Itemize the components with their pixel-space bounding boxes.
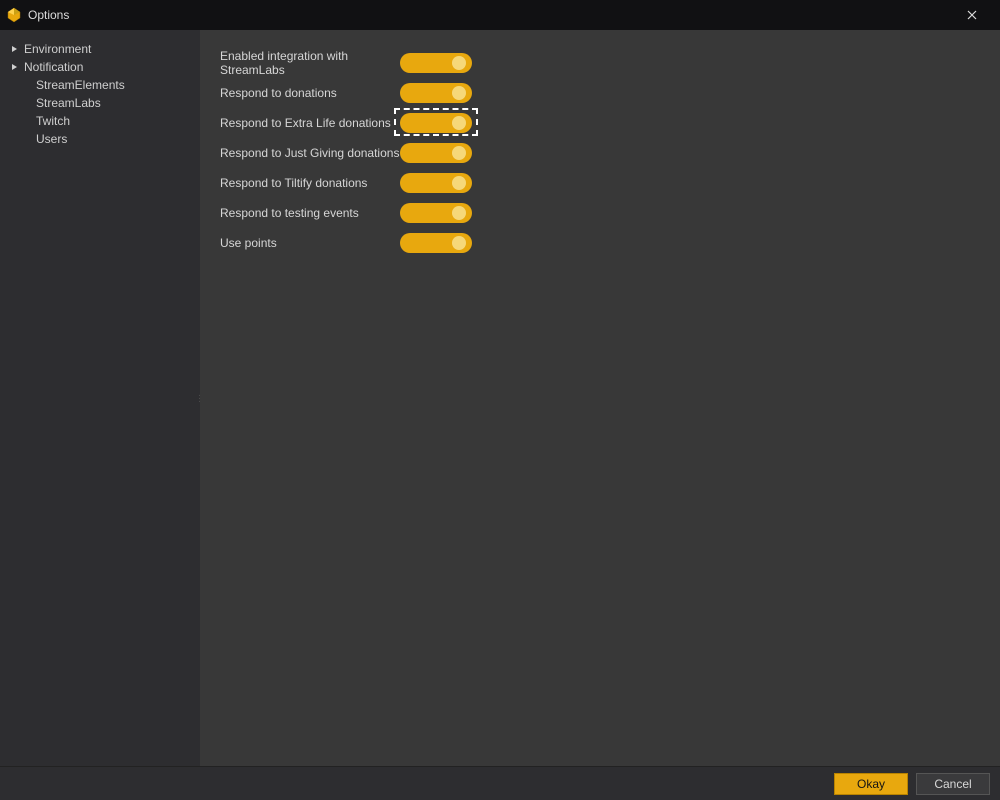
title-bar: Options [0, 0, 1000, 30]
settings-panel: Enabled integration with StreamLabs Respo… [200, 30, 1000, 766]
setting-label: Respond to Extra Life donations [220, 116, 400, 130]
sidebar-item-label: StreamLabs [36, 96, 101, 110]
sidebar-item-twitch[interactable]: Twitch [0, 112, 200, 130]
sidebar-item-streamelements[interactable]: StreamElements [0, 76, 200, 94]
setting-label: Respond to Tiltify donations [220, 176, 400, 190]
setting-row: Respond to Extra Life donations [220, 108, 980, 138]
toggle-knob [452, 56, 466, 70]
sidebar-item-streamlabs[interactable]: StreamLabs [0, 94, 200, 112]
toggle-knob [452, 86, 466, 100]
setting-toggle[interactable] [400, 113, 472, 133]
cancel-button[interactable]: Cancel [916, 773, 990, 795]
setting-row: Use points [220, 228, 980, 258]
setting-row: Enabled integration with StreamLabs [220, 48, 980, 78]
setting-toggle[interactable] [400, 233, 472, 253]
toggle-knob [452, 146, 466, 160]
toggle-knob [452, 236, 466, 250]
nav-tree: Environment Notification StreamElements … [0, 40, 200, 148]
setting-label: Respond to Just Giving donations [220, 146, 400, 160]
setting-label: Use points [220, 236, 400, 250]
sidebar-item-label: Environment [24, 42, 91, 56]
setting-row: Respond to Tiltify donations [220, 168, 980, 198]
window-body: Environment Notification StreamElements … [0, 30, 1000, 766]
sidebar-item-label: Twitch [36, 114, 70, 128]
setting-label: Respond to donations [220, 86, 400, 100]
sidebar: Environment Notification StreamElements … [0, 30, 200, 766]
toggle-knob [452, 206, 466, 220]
app-icon [6, 7, 22, 23]
setting-toggle[interactable] [400, 173, 472, 193]
sidebar-item-label: Users [36, 132, 67, 146]
sidebar-item-notification[interactable]: Notification [0, 58, 200, 76]
setting-toggle[interactable] [400, 53, 472, 73]
toggle-knob [452, 116, 466, 130]
setting-toggle[interactable] [400, 143, 472, 163]
options-window: Options Environment Notification StreamE… [0, 0, 1000, 800]
okay-button[interactable]: Okay [834, 773, 908, 795]
dialog-footer: Okay Cancel [0, 766, 1000, 800]
toggle-knob [452, 176, 466, 190]
sidebar-item-users[interactable]: Users [0, 130, 200, 148]
setting-label: Enabled integration with StreamLabs [220, 49, 400, 77]
sidebar-item-label: Notification [24, 60, 83, 74]
close-button[interactable] [952, 0, 992, 30]
setting-toggle[interactable] [400, 203, 472, 223]
setting-label: Respond to testing events [220, 206, 400, 220]
sidebar-item-label: StreamElements [36, 78, 125, 92]
setting-row: Respond to Just Giving donations [220, 138, 980, 168]
setting-toggle[interactable] [400, 83, 472, 103]
sidebar-item-environment[interactable]: Environment [0, 40, 200, 58]
setting-row: Respond to donations [220, 78, 980, 108]
window-title: Options [28, 8, 952, 22]
setting-row: Respond to testing events [220, 198, 980, 228]
